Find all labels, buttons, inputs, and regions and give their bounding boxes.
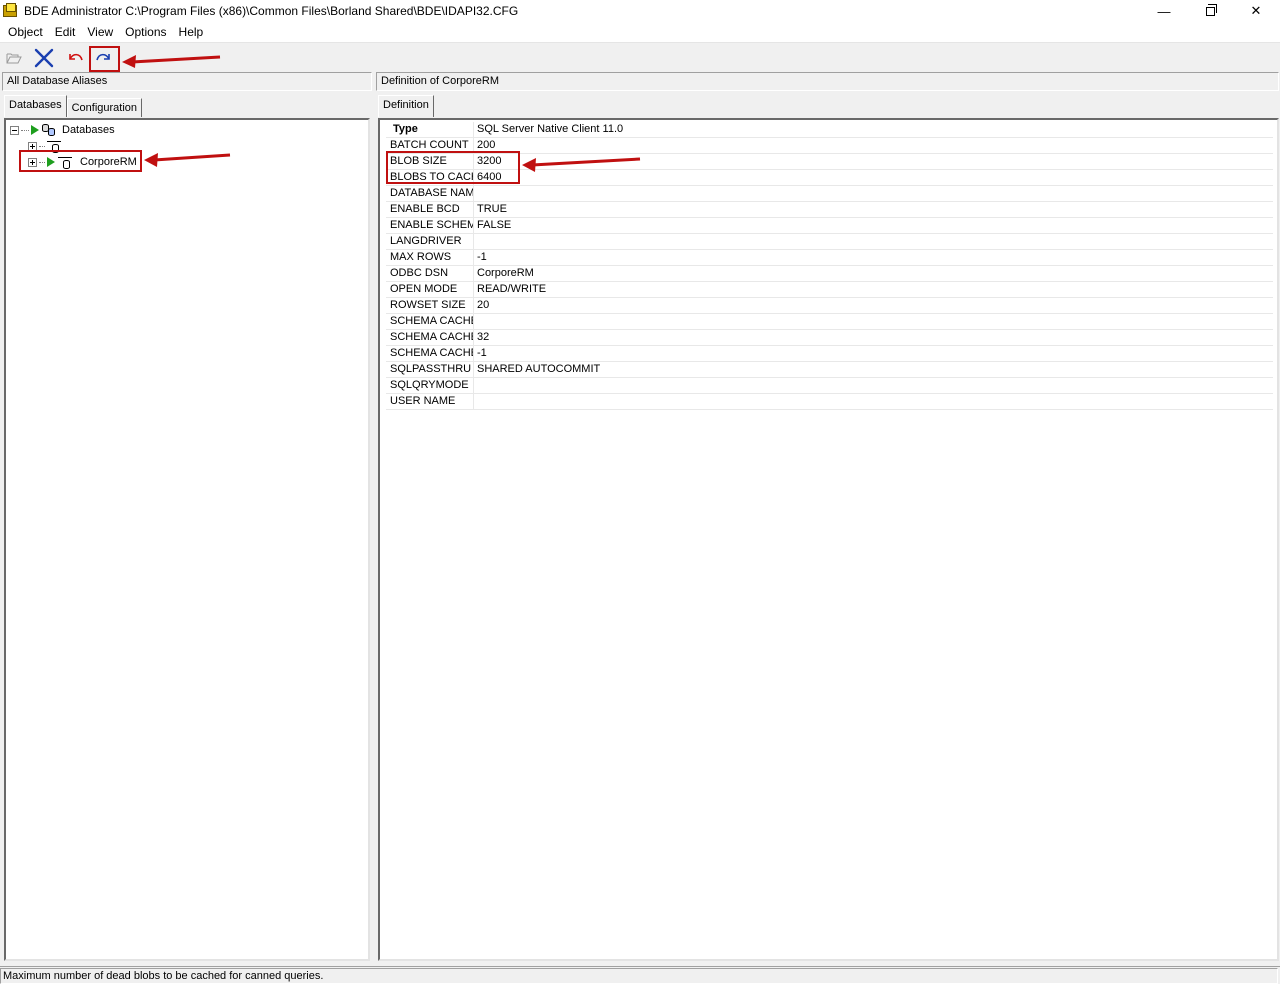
def-value[interactable]: -1 (474, 346, 487, 361)
close-button[interactable]: ✕ (1233, 0, 1279, 22)
collapse-icon[interactable] (10, 125, 19, 135)
def-row[interactable]: DATABASE NAM (386, 186, 1273, 202)
status-bar: Maximum number of dead blobs to be cache… (0, 966, 1280, 984)
def-row[interactable]: SCHEMA CACHE (386, 314, 1273, 330)
def-name: SQLPASSTHRU I (386, 362, 474, 377)
def-value[interactable]: 32 (474, 330, 489, 345)
minimize-icon: — (1157, 3, 1171, 19)
restore-button[interactable] (1187, 0, 1233, 22)
def-value[interactable]: SQL Server Native Client 11.0 (474, 122, 623, 137)
def-row[interactable]: ENABLE SCHEM/ FALSE (386, 218, 1273, 234)
def-row[interactable]: MAX ROWS -1 (386, 250, 1273, 266)
left-tabs: Databases Configuration (4, 95, 143, 117)
annotation-arrow-definition (522, 157, 641, 172)
menu-bar: Object Edit View Options Help (0, 22, 1280, 43)
menu-help[interactable]: Help (173, 22, 210, 42)
def-name: LANGDRIVER (386, 234, 474, 249)
def-value[interactable] (474, 186, 477, 201)
cancel-button[interactable] (65, 47, 87, 69)
def-value[interactable]: FALSE (474, 218, 511, 233)
def-value[interactable]: READ/WRITE (474, 282, 546, 297)
def-row[interactable]: ODBC DSN CorporeRM (386, 266, 1273, 282)
def-row[interactable]: OPEN MODE READ/WRITE (386, 282, 1273, 298)
left-panel-header: All Database Aliases (2, 72, 372, 91)
def-row[interactable]: SQLQRYMODE (386, 378, 1273, 394)
def-name: Type (386, 122, 474, 137)
corporerm-highlight-box (19, 150, 142, 172)
open-state-icon (31, 125, 39, 135)
def-row[interactable]: SCHEMA CACHE -1 (386, 346, 1273, 362)
def-row[interactable]: SCHEMA CACHE 32 (386, 330, 1273, 346)
tab-configuration[interactable]: Configuration (66, 98, 143, 117)
window-title: BDE Administrator C:\Program Files (x86)… (24, 4, 519, 18)
open-button[interactable] (3, 47, 25, 69)
databases-icon (42, 123, 56, 137)
def-value[interactable] (474, 314, 477, 329)
def-value[interactable]: -1 (474, 250, 487, 265)
def-value[interactable] (474, 394, 477, 409)
menu-edit[interactable]: Edit (49, 22, 82, 42)
restore-icon (1205, 3, 1217, 16)
def-row[interactable]: USER NAME (386, 394, 1273, 410)
def-name: SQLQRYMODE (386, 378, 474, 393)
def-value[interactable]: TRUE (474, 202, 507, 217)
apply-highlight-box (89, 46, 120, 72)
minimize-button[interactable]: — (1141, 0, 1187, 22)
definition-grid: Type SQL Server Native Client 11.0 BATCH… (378, 118, 1279, 961)
close-icon: ✕ (1250, 3, 1262, 18)
def-row-type[interactable]: Type SQL Server Native Client 11.0 (386, 122, 1273, 138)
def-value[interactable]: SHARED AUTOCOMMIT (474, 362, 600, 377)
menu-object[interactable]: Object (2, 22, 49, 42)
tree-root-databases[interactable]: Databases (10, 122, 115, 138)
def-name: USER NAME (386, 394, 474, 409)
def-name: MAX ROWS (386, 250, 474, 265)
status-text: Maximum number of dead blobs to be cache… (0, 968, 1278, 984)
open-icon (6, 53, 22, 64)
blob-settings-highlight-box (386, 151, 520, 184)
menu-view[interactable]: View (81, 22, 119, 42)
def-name: OPEN MODE (386, 282, 474, 297)
tree-root-label: Databases (62, 124, 115, 136)
def-name: ENABLE BCD (386, 202, 474, 217)
annotation-arrow-toolbar (122, 55, 221, 68)
menu-options[interactable]: Options (119, 22, 172, 42)
def-value[interactable] (474, 378, 477, 393)
cancel-icon (69, 53, 83, 61)
database-tree[interactable]: Databases CorporeRM (4, 118, 370, 961)
tab-databases[interactable]: Databases (4, 95, 67, 117)
def-value[interactable] (474, 234, 477, 249)
def-name: ENABLE SCHEM/ (386, 218, 474, 233)
def-row[interactable]: ROWSET SIZE 20 (386, 298, 1273, 314)
annotation-arrow-tree (144, 153, 231, 167)
def-name: SCHEMA CACHE (386, 330, 474, 345)
def-value[interactable]: CorporeRM (474, 266, 534, 281)
delete-icon (34, 48, 54, 68)
delete-button[interactable] (33, 47, 55, 69)
right-panel-header: Definition of CorporeRM (376, 72, 1279, 91)
title-bar: BDE Administrator C:\Program Files (x86)… (0, 0, 1280, 22)
def-name: SCHEMA CACHE (386, 314, 474, 329)
def-name: DATABASE NAM (386, 186, 474, 201)
def-name: ODBC DSN (386, 266, 474, 281)
def-row[interactable]: ENABLE BCD TRUE (386, 202, 1273, 218)
tab-definition[interactable]: Definition (378, 95, 434, 117)
def-value[interactable]: 20 (474, 298, 489, 313)
def-row[interactable]: LANGDRIVER (386, 234, 1273, 250)
def-name: ROWSET SIZE (386, 298, 474, 313)
def-row[interactable]: SQLPASSTHRU I SHARED AUTOCOMMIT (386, 362, 1273, 378)
right-tabs: Definition (378, 95, 434, 117)
bde-app-icon[interactable] (3, 3, 19, 19)
def-name: SCHEMA CACHE (386, 346, 474, 361)
